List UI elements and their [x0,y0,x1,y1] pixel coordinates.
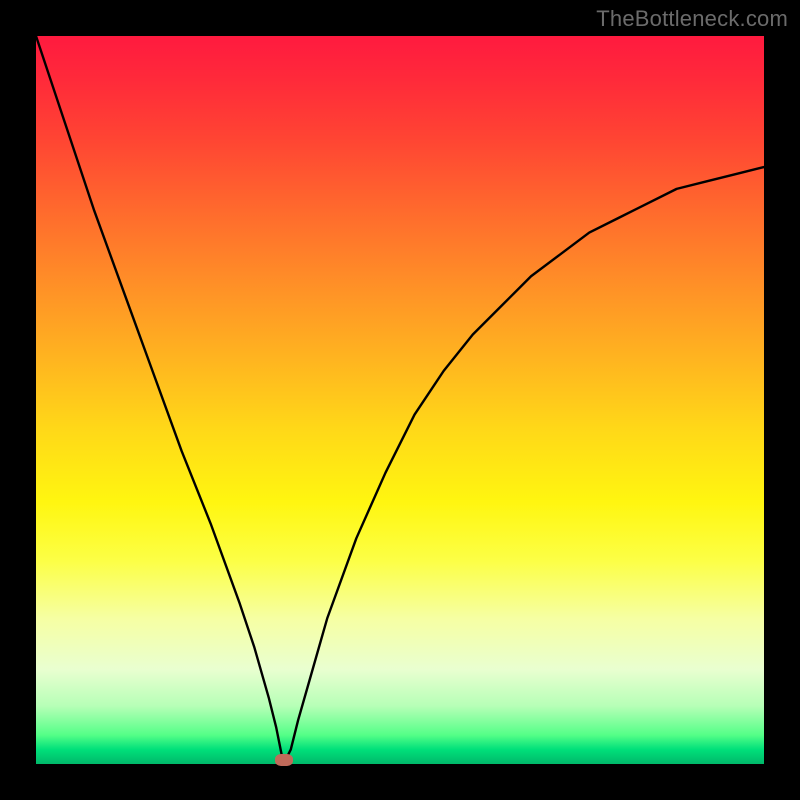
watermark-text: TheBottleneck.com [596,6,788,32]
chart-curve [36,36,764,764]
chart-frame: TheBottleneck.com [0,0,800,800]
chart-minimum-marker [275,754,293,766]
